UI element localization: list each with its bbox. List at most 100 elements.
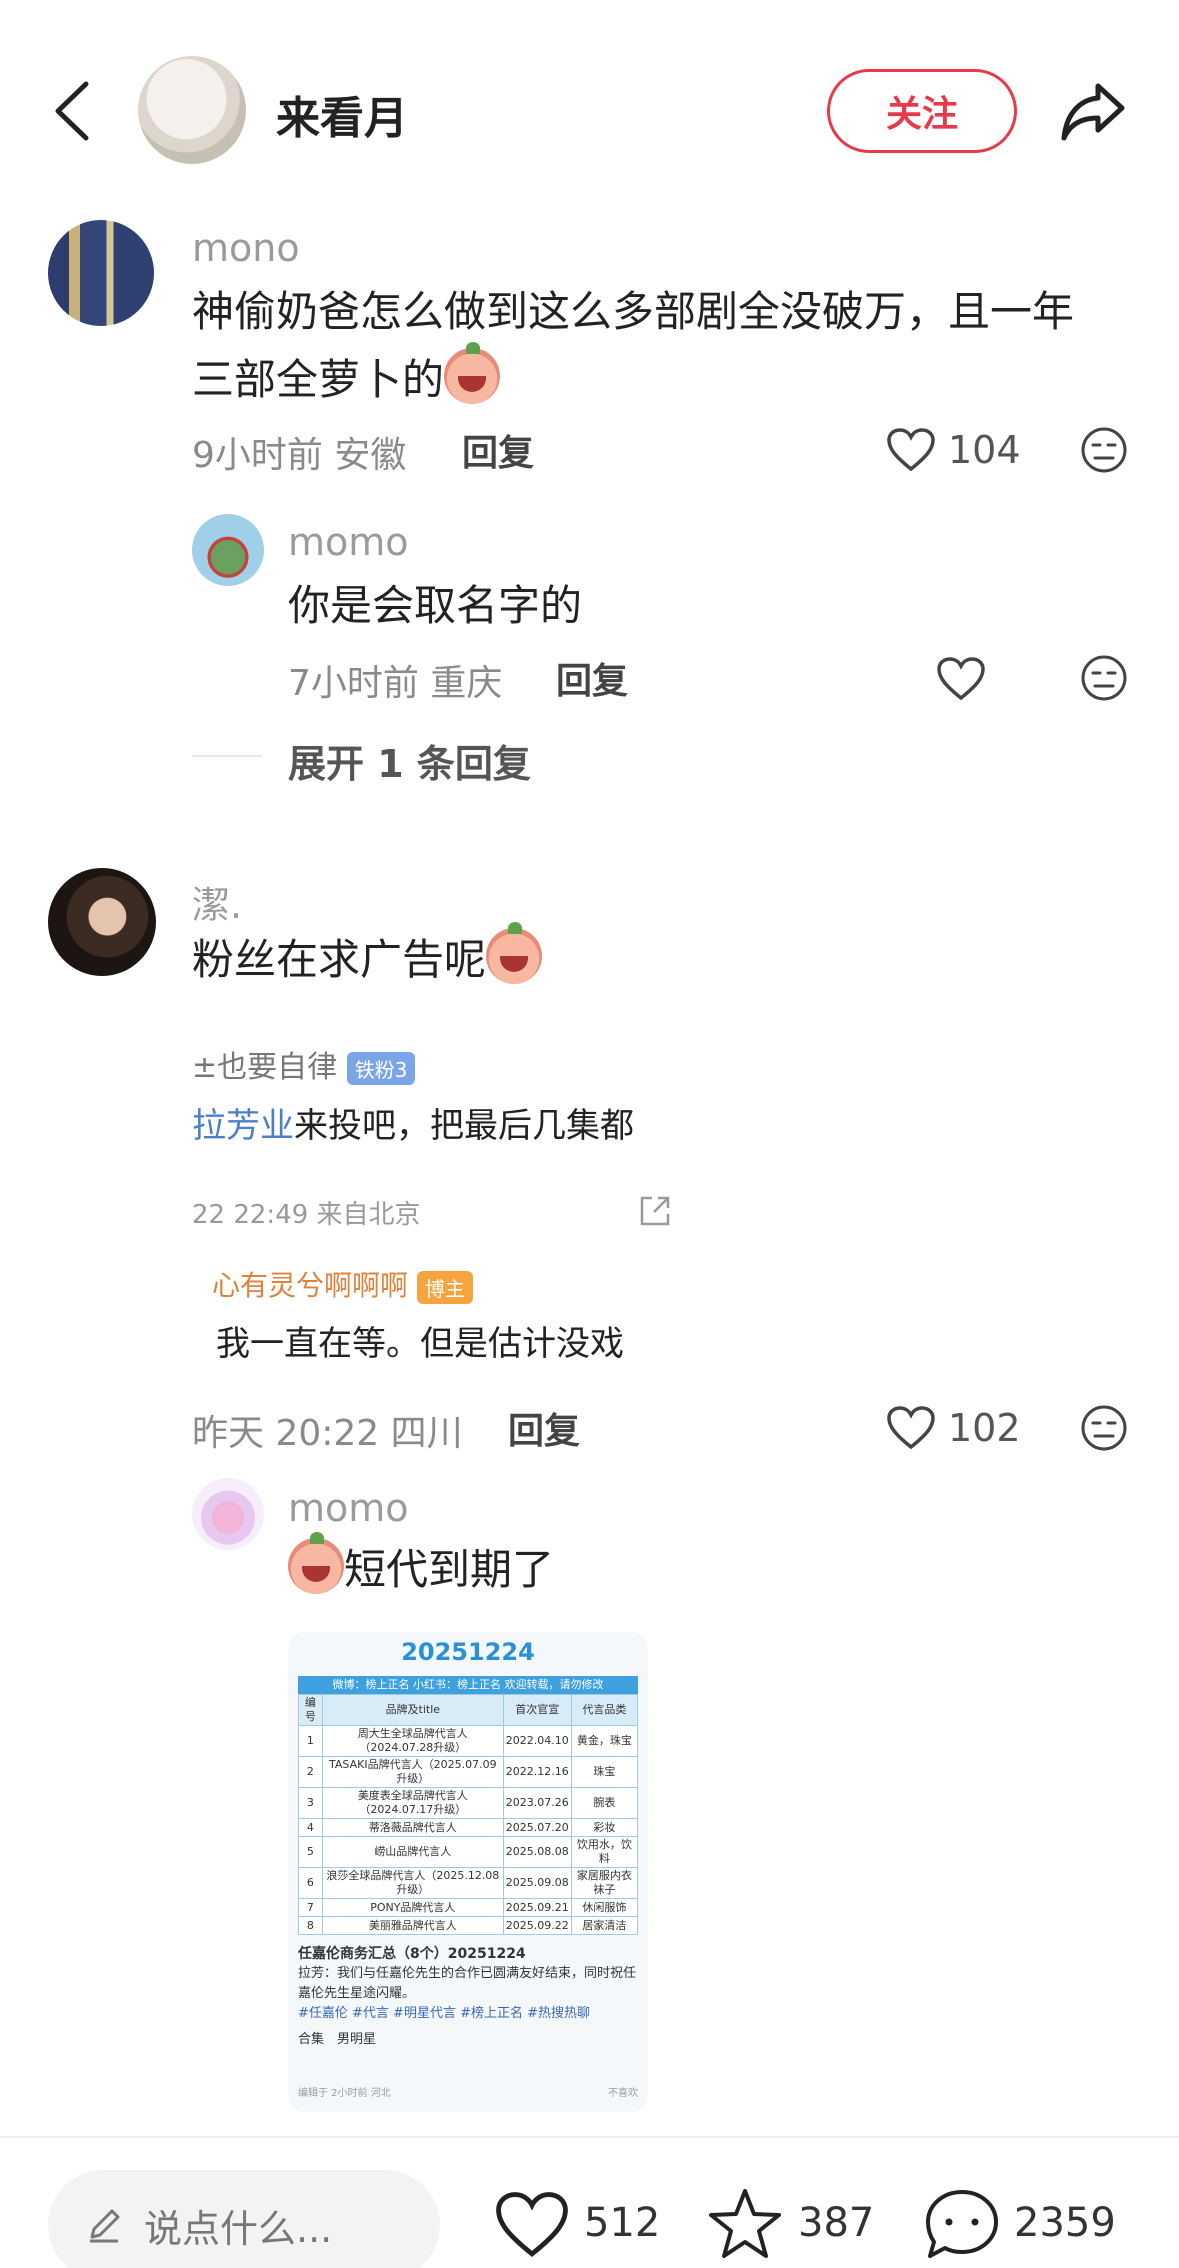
embed-meta: 22 22:49 来自北京 bbox=[192, 1200, 421, 1230]
reply-text-line: 短代到期了 bbox=[344, 1545, 555, 1594]
comment-input[interactable]: 说点什么... bbox=[48, 2170, 440, 2268]
reply-time: 7小时前 bbox=[288, 663, 419, 704]
heart-icon[interactable] bbox=[886, 1405, 936, 1451]
crying-emoji bbox=[288, 1532, 344, 1594]
table-cell: 彩妆 bbox=[570, 1818, 639, 1837]
table-cell: 2025.07.20 bbox=[502, 1818, 572, 1837]
reply-button[interactable]: 回复 bbox=[508, 1402, 580, 1454]
table-cell: 6 bbox=[298, 1867, 323, 1899]
table-cell: 2 bbox=[298, 1756, 323, 1788]
crying-emoji bbox=[486, 922, 543, 984]
table-cell: 4 bbox=[298, 1818, 323, 1837]
comment-text-line: 神偷奶爸怎么做到这么多部剧全没破万，且一年 bbox=[192, 287, 1075, 336]
follow-button[interactable]: 关注 bbox=[827, 69, 1017, 153]
table-header: 代言品类 bbox=[570, 1694, 639, 1726]
table-cell: 珠宝 bbox=[570, 1756, 639, 1788]
table-cell: 腕表 bbox=[570, 1787, 639, 1819]
heart-icon[interactable] bbox=[936, 656, 986, 702]
input-placeholder: 说点什么... bbox=[144, 2206, 333, 2251]
table-row: 1 周大生全球品牌代言人（2024.07.28升级） 2022.04.10 黄金，珠宝 bbox=[298, 1725, 639, 1757]
comment-count: 2359 bbox=[1014, 2200, 1116, 2246]
reply-location: 重庆 bbox=[430, 663, 503, 704]
reply-button[interactable]: 回复 bbox=[462, 424, 534, 476]
avatar[interactable] bbox=[192, 514, 264, 586]
comment-location: 安徽 bbox=[334, 435, 407, 476]
table-cell: TASAKI品牌代言人（2025.07.09升级） bbox=[321, 1756, 504, 1788]
post-like-count: 512 bbox=[584, 2200, 661, 2246]
comment-meta: 9小时前 安徽 bbox=[192, 426, 406, 478]
table-row: 4 蒂洛薇品牌代言人 2025.07.20 彩妆 bbox=[298, 1818, 639, 1837]
comment-text-line: 三部全萝卜的 bbox=[192, 355, 445, 404]
reply-image[interactable]: 20251224 微博：榜上正名 小红书：榜上正名 欢迎转载，请勿修改 编号 品… bbox=[288, 1632, 648, 2112]
author-avatar[interactable] bbox=[138, 56, 246, 164]
like-post-icon[interactable] bbox=[494, 2190, 570, 2260]
table-cell: 8 bbox=[298, 1916, 323, 1935]
comment-text: 神偷奶爸怎么做到这么多部剧全没破万，且一年 三部全萝卜的 bbox=[192, 278, 1152, 414]
open-external-icon bbox=[640, 1196, 670, 1226]
comment-username[interactable]: 潔. bbox=[192, 874, 242, 929]
caption-text: 拉芳：我们与任嘉伦先生的合作已圆满友好结束，同时祝任嘉伦先生星途闪耀。 bbox=[298, 1966, 637, 2001]
avatar[interactable] bbox=[192, 1478, 264, 1550]
image-title: 20251224 bbox=[401, 1638, 535, 1666]
crying-emoji bbox=[444, 342, 501, 404]
table-cell: 2025.08.08 bbox=[502, 1836, 572, 1868]
table-cell: 休闲服饰 bbox=[570, 1898, 639, 1917]
endorsement-table: 编号 品牌及title 首次官宣 代言品类 1 周大生全球品牌代言人（2024.0… bbox=[298, 1694, 639, 1935]
table-row: 5 崂山品牌代言人 2025.08.08 饮用水，饮料 bbox=[298, 1836, 639, 1868]
comment-text: 粉丝在求广告呢 bbox=[192, 922, 543, 994]
embed-username: 心有灵兮啊啊啊 博主 bbox=[212, 1264, 473, 1304]
comment-location: 四川 bbox=[390, 1413, 463, 1454]
table-cell: 美丽雅品牌代言人 bbox=[321, 1916, 504, 1935]
comment-username[interactable]: mono bbox=[192, 226, 300, 270]
dislike-icon[interactable] bbox=[1080, 654, 1128, 702]
share-icon[interactable] bbox=[1058, 78, 1128, 144]
table-cell: 2025.09.21 bbox=[502, 1898, 572, 1917]
table-cell: 浪莎全球品牌代言人（2025.12.08升级） bbox=[321, 1867, 504, 1899]
dislike-icon[interactable] bbox=[1080, 426, 1128, 474]
table-cell: 2022.12.16 bbox=[502, 1756, 572, 1788]
table-cell: 3 bbox=[298, 1787, 323, 1819]
comment-time: 昨天 20:22 bbox=[192, 1413, 380, 1454]
image-subtitle: 微博：榜上正名 小红书：榜上正名 欢迎转载，请勿修改 bbox=[298, 1676, 638, 1694]
table-cell: 2022.04.10 bbox=[502, 1725, 572, 1757]
table-cell: 5 bbox=[298, 1836, 323, 1868]
table-cell: 家居服内衣袜子 bbox=[570, 1867, 639, 1899]
avatar[interactable] bbox=[48, 868, 156, 976]
table-cell: 蒂洛薇品牌代言人 bbox=[321, 1818, 504, 1837]
comment-icon[interactable] bbox=[922, 2186, 1002, 2264]
dislike-icon[interactable] bbox=[1080, 1404, 1128, 1452]
expand-replies-button[interactable]: 展开 1 条回复 bbox=[288, 733, 531, 788]
table-row: 7 PONY品牌代言人 2025.09.21 休闲服饰 bbox=[298, 1898, 639, 1917]
reply-username[interactable]: momo bbox=[288, 520, 409, 564]
table-cell: 1 bbox=[298, 1725, 323, 1757]
like-count: 104 bbox=[948, 428, 1021, 472]
table-cell: 周大生全球品牌代言人（2024.07.28升级） bbox=[321, 1725, 504, 1757]
reply-username[interactable]: momo bbox=[288, 1486, 409, 1530]
table-cell: PONY品牌代言人 bbox=[321, 1898, 504, 1917]
comment-text-line: 粉丝在求广告呢 bbox=[192, 935, 487, 984]
image-caption: 任嘉伦商务汇总（8个）20251224 拉芳：我们与任嘉伦先生的合作已圆满友好结… bbox=[298, 1944, 638, 2050]
image-footer: 编辑于 2小时前 河北 不喜欢 bbox=[298, 2084, 638, 2099]
back-icon[interactable] bbox=[48, 78, 98, 144]
avatar[interactable] bbox=[48, 220, 154, 326]
table-cell: 2025.09.08 bbox=[502, 1867, 572, 1899]
comment-time: 9小时前 bbox=[192, 435, 323, 476]
footer-right: 不喜欢 bbox=[608, 2088, 638, 2099]
reply-text: 短代到期了 bbox=[288, 1532, 555, 1604]
reply-button[interactable]: 回复 bbox=[556, 652, 628, 704]
star-icon[interactable] bbox=[706, 2186, 784, 2262]
table-cell: 2025.09.22 bbox=[502, 1916, 572, 1935]
table-cell: 居家清洁 bbox=[570, 1916, 639, 1935]
table-header: 品牌及title bbox=[321, 1694, 504, 1726]
table-row: 2 TASAKI品牌代言人（2025.07.09升级） 2022.12.16 珠宝 bbox=[298, 1756, 639, 1788]
table-header: 首次官宣 bbox=[502, 1694, 572, 1726]
author-name[interactable]: 来看月 bbox=[276, 82, 408, 146]
table-cell: 2023.07.26 bbox=[502, 1787, 572, 1819]
embed-username: ±也要自律 铁粉3 bbox=[192, 1042, 416, 1086]
table-cell: 黄金，珠宝 bbox=[570, 1725, 639, 1757]
fan-badge: 铁粉3 bbox=[346, 1052, 416, 1085]
caption-tags: #任嘉伦 #代言 #明星代言 #榜上正名 #热搜热聊 bbox=[298, 2006, 590, 2021]
footer-left: 编辑于 2小时前 河北 bbox=[298, 2088, 391, 2099]
heart-icon[interactable] bbox=[886, 427, 936, 473]
caption-collection: 合集 男明星 bbox=[298, 2032, 377, 2047]
